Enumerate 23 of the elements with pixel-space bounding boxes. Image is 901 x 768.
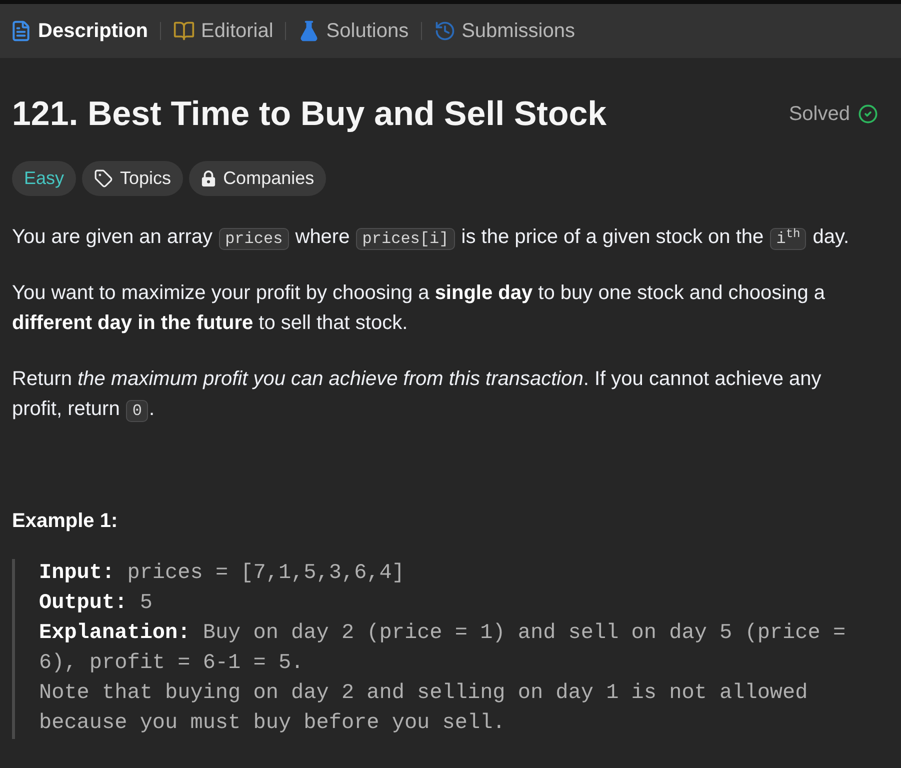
topics-button[interactable]: Topics <box>82 161 184 196</box>
document-icon <box>10 20 32 42</box>
example-line: Explanation: Buy on day 2 (price = 1) and sell on day 5 (price = 6), profit = 6-1 = 5. <box>39 621 847 677</box>
companies-button[interactable]: Companies <box>189 161 326 196</box>
tab[interactable]: Solutions <box>292 12 415 50</box>
tab[interactable]: Editorial <box>167 12 280 50</box>
example-line: Input: prices = [7,1,5,3,6,4] <box>39 561 406 587</box>
description-paragraph: Return the maximum profit you can achieve from this transaction. If you cannot achieve any profit, return 0 . <box>12 367 822 424</box>
history-icon <box>434 20 456 42</box>
solved-status: Solved <box>788 102 850 127</box>
tab[interactable]: Description <box>4 12 154 50</box>
tag-icon <box>94 169 114 188</box>
difficulty-badge: Easy <box>12 161 76 196</box>
book-icon <box>173 20 196 42</box>
check-circle-icon <box>858 104 878 124</box>
tab[interactable]: Submissions <box>428 12 581 50</box>
description-paragraph: You want to maximize your profit by choosing a single day to buy one stock and choosing a different day in the future to sell that stock. <box>12 281 826 336</box>
lock-icon <box>201 170 216 187</box>
description-paragraph: You are given an array prices where prices[i] is the price of a given stock on the i$^{th}$ day. <box>12 225 850 252</box>
example-line: Output: 5 <box>39 591 154 617</box>
problem-title: 121. Best Time to Buy and Sell Stock <box>12 94 607 135</box>
example-heading: Example 1: <box>12 509 119 534</box>
example-line: Note that buying on day 2 and selling on day 1 is not allowed because you must buy before you sell. <box>39 681 809 737</box>
